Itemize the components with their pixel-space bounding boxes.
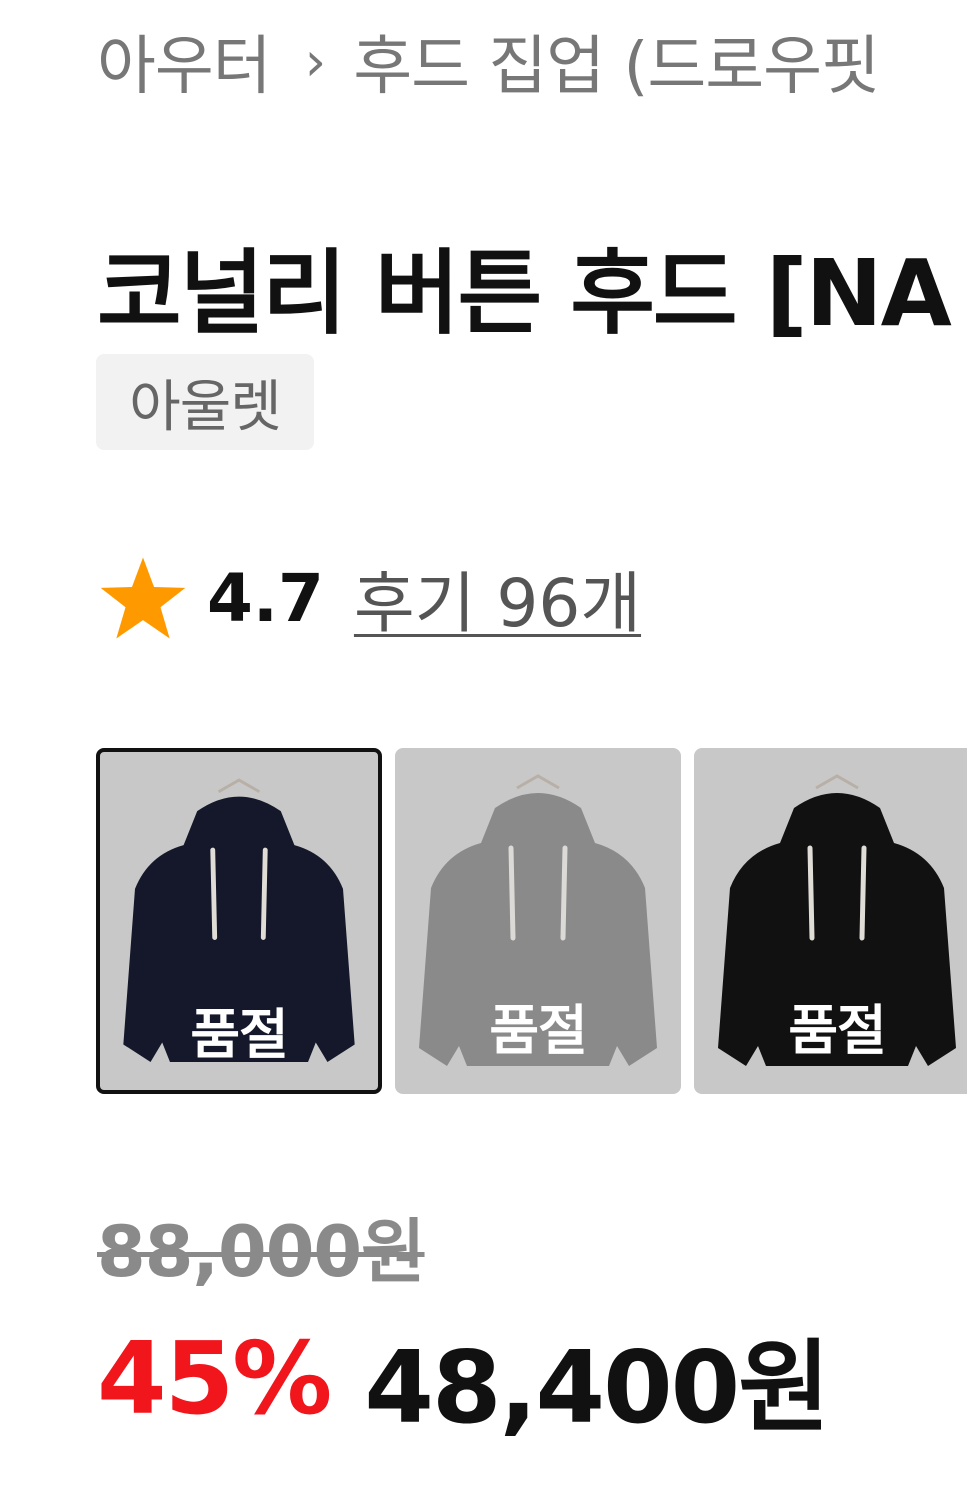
color-options: 품절 품절 품절 xyxy=(96,748,967,1094)
color-swatch-black[interactable]: 품절 xyxy=(694,748,967,1094)
product-title: 코널리 버튼 후드 [NA xyxy=(97,239,952,347)
sale-price-row: 45% 48,400원 xyxy=(97,1318,830,1446)
outlet-badge: 아울렛 xyxy=(96,354,314,450)
color-swatch-gray[interactable]: 품절 xyxy=(395,748,681,1094)
breadcrumb-category[interactable]: 아우터 xyxy=(97,16,272,106)
soldout-label: 품절 xyxy=(190,1003,288,1066)
soldout-label: 품절 xyxy=(489,999,587,1062)
breadcrumb: 아우터 › 후드 집업 (드로우핏 xyxy=(97,16,967,106)
breadcrumb-subcategory[interactable]: 후드 집업 (드로우핏 xyxy=(353,16,880,106)
star-icon xyxy=(100,557,186,639)
soldout-label: 품절 xyxy=(788,999,886,1062)
color-swatch-navy[interactable]: 품절 xyxy=(96,748,382,1094)
rating-row: 4.7 후기 96개 xyxy=(97,548,641,648)
discount-rate: 45% xyxy=(97,1319,332,1437)
original-price: 88,000원 xyxy=(97,1211,426,1293)
rating-score: 4.7 xyxy=(207,559,324,637)
reviews-link[interactable]: 후기 96개 xyxy=(354,550,641,646)
chevron-right-icon: › xyxy=(304,29,327,93)
sale-price: 48,400원 xyxy=(364,1328,830,1446)
